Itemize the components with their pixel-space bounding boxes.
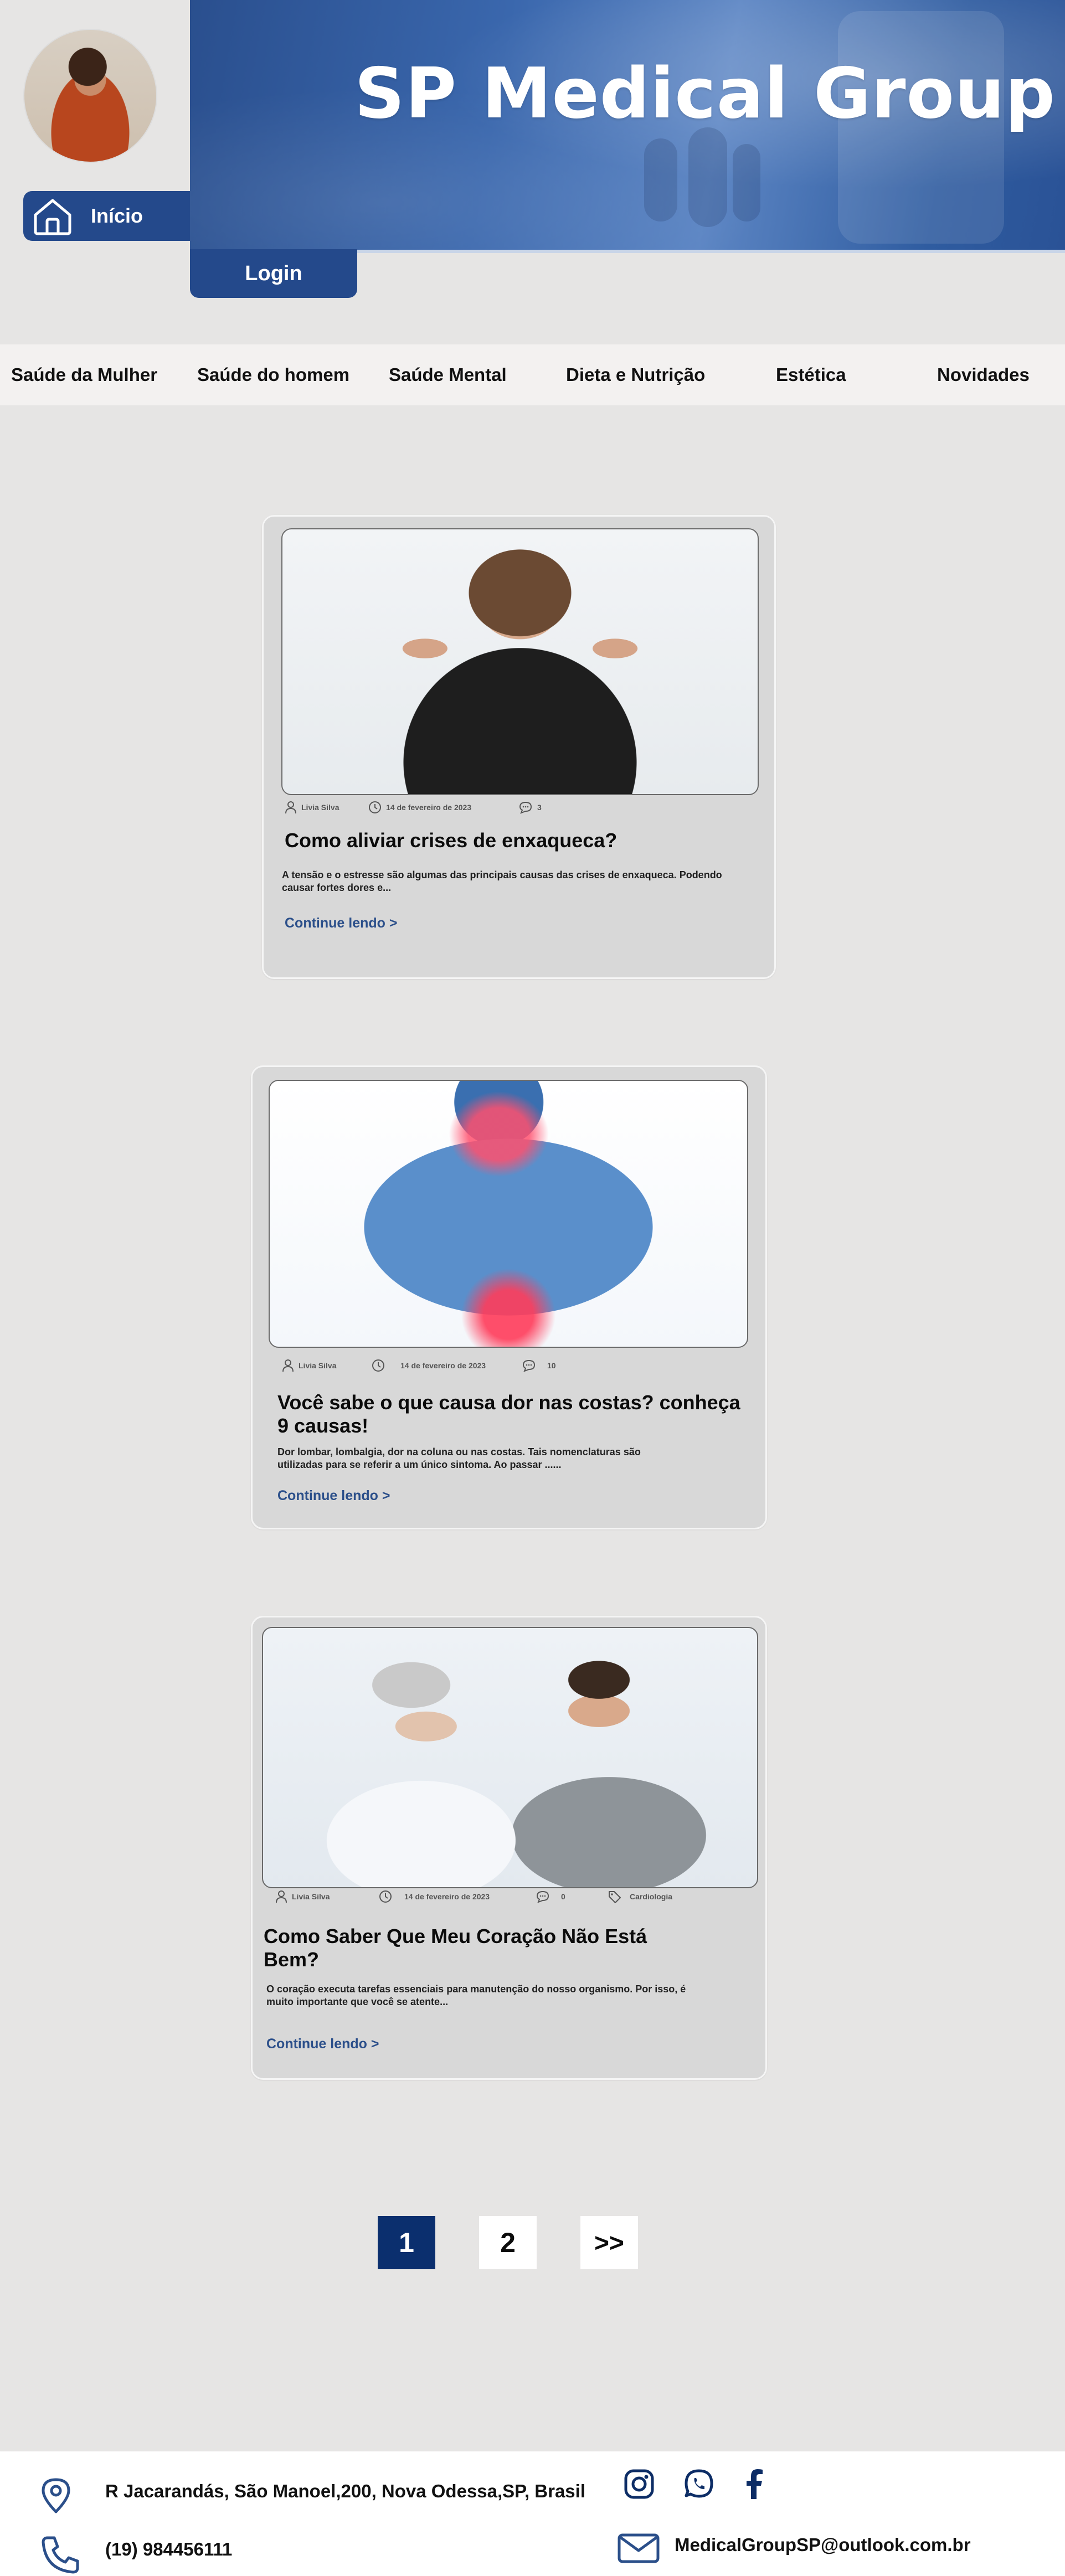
post-comments: 0	[536, 1890, 565, 1903]
comment-icon	[536, 1890, 549, 1903]
nav-item-saude-mental[interactable]: Saúde Mental	[389, 344, 507, 405]
post-card: Livia Silva 14 de fevereiro de 2023 0 Ca…	[251, 1616, 767, 2080]
comment-icon	[519, 801, 532, 814]
continue-reading-link[interactable]: Continue lendo >	[266, 2036, 379, 2052]
nav-item-saude-homem[interactable]: Saúde do homem	[197, 344, 349, 405]
category-nav: Saúde da Mulher Saúde do homem Saúde Men…	[0, 344, 1065, 405]
post-date: 14 de fevereiro de 2023	[372, 1359, 486, 1372]
nav-item-dieta-nutricao[interactable]: Dieta e Nutrição	[566, 344, 705, 405]
post-author: Livia Silva	[275, 1890, 330, 1903]
post-comments: 3	[518, 801, 542, 814]
phone-icon	[42, 2536, 79, 2574]
site-title: SP Medical Group	[354, 53, 1056, 134]
facebook-icon[interactable]	[743, 2468, 765, 2500]
post-date: 14 de fevereiro de 2023	[379, 1890, 490, 1903]
footer-address: R Jacarandás, São Manoel,200, Nova Odess…	[105, 2481, 585, 2501]
continue-reading-link[interactable]: Continue lendo >	[277, 1488, 390, 1504]
page-2-button[interactable]: 2	[479, 2216, 537, 2269]
clock-icon	[369, 801, 381, 813]
location-pin-icon	[42, 2478, 70, 2513]
post-excerpt: A tensão e o estresse são algumas das pr…	[282, 869, 722, 893]
post-title[interactable]: Você sabe o que causa dor nas costas? co…	[277, 1391, 748, 1438]
nav-item-saude-mulher[interactable]: Saúde da Mulher	[11, 344, 157, 405]
login-button[interactable]: Login	[190, 249, 357, 298]
footer: R Jacarandás, São Manoel,200, Nova Odess…	[0, 2451, 1065, 2576]
whatsapp-icon[interactable]	[683, 2468, 714, 2499]
footer-phone[interactable]: (19) 984456111	[105, 2539, 232, 2560]
footer-email[interactable]: MedicalGroupSP@outlook.com.br	[675, 2534, 971, 2556]
home-button[interactable]: Início	[23, 191, 190, 241]
post-title[interactable]: Como Saber Que Meu Coração Não Está Bem?	[264, 1925, 662, 1971]
post-card: Livia Silva 14 de fevereiro de 2023 10 V…	[251, 1065, 767, 1529]
home-icon	[34, 199, 71, 235]
tag-icon	[609, 1891, 621, 1903]
post-image[interactable]	[262, 1627, 758, 1888]
home-label: Início	[91, 204, 143, 227]
post-author: Livia Silva	[282, 1359, 336, 1372]
post-comments: 10	[522, 1359, 556, 1372]
next-page-button[interactable]: >>	[580, 2216, 638, 2269]
post-date: 14 de fevereiro de 2023	[368, 801, 471, 814]
post-card: Livia Silva 14 de fevereiro de 2023 3 Co…	[262, 515, 776, 979]
post-author: Livia Silva	[285, 801, 339, 814]
user-avatar[interactable]	[23, 29, 157, 163]
post-image[interactable]	[269, 1080, 748, 1348]
post-tag[interactable]: Cardiologia	[608, 1890, 672, 1903]
post-excerpt: Dor lombar, lombalgia, dor na coluna ou …	[277, 1446, 641, 1470]
user-icon	[282, 1359, 294, 1372]
clock-icon	[379, 1890, 392, 1903]
comment-icon	[522, 1359, 536, 1372]
user-icon	[285, 801, 296, 814]
clock-icon	[372, 1359, 384, 1372]
user-icon	[276, 1890, 287, 1903]
nav-item-novidades[interactable]: Novidades	[937, 344, 1030, 405]
post-title[interactable]: Como aliviar crises de enxaqueca?	[285, 829, 750, 852]
post-image[interactable]	[281, 528, 759, 795]
continue-reading-link[interactable]: Continue lendo >	[285, 915, 397, 931]
nav-item-estetica[interactable]: Estética	[776, 344, 846, 405]
post-excerpt: O coração executa tarefas essenciais par…	[266, 1983, 686, 2007]
page-1-button[interactable]: 1	[378, 2216, 435, 2269]
instagram-icon[interactable]	[623, 2468, 655, 2500]
mail-icon	[618, 2533, 660, 2563]
